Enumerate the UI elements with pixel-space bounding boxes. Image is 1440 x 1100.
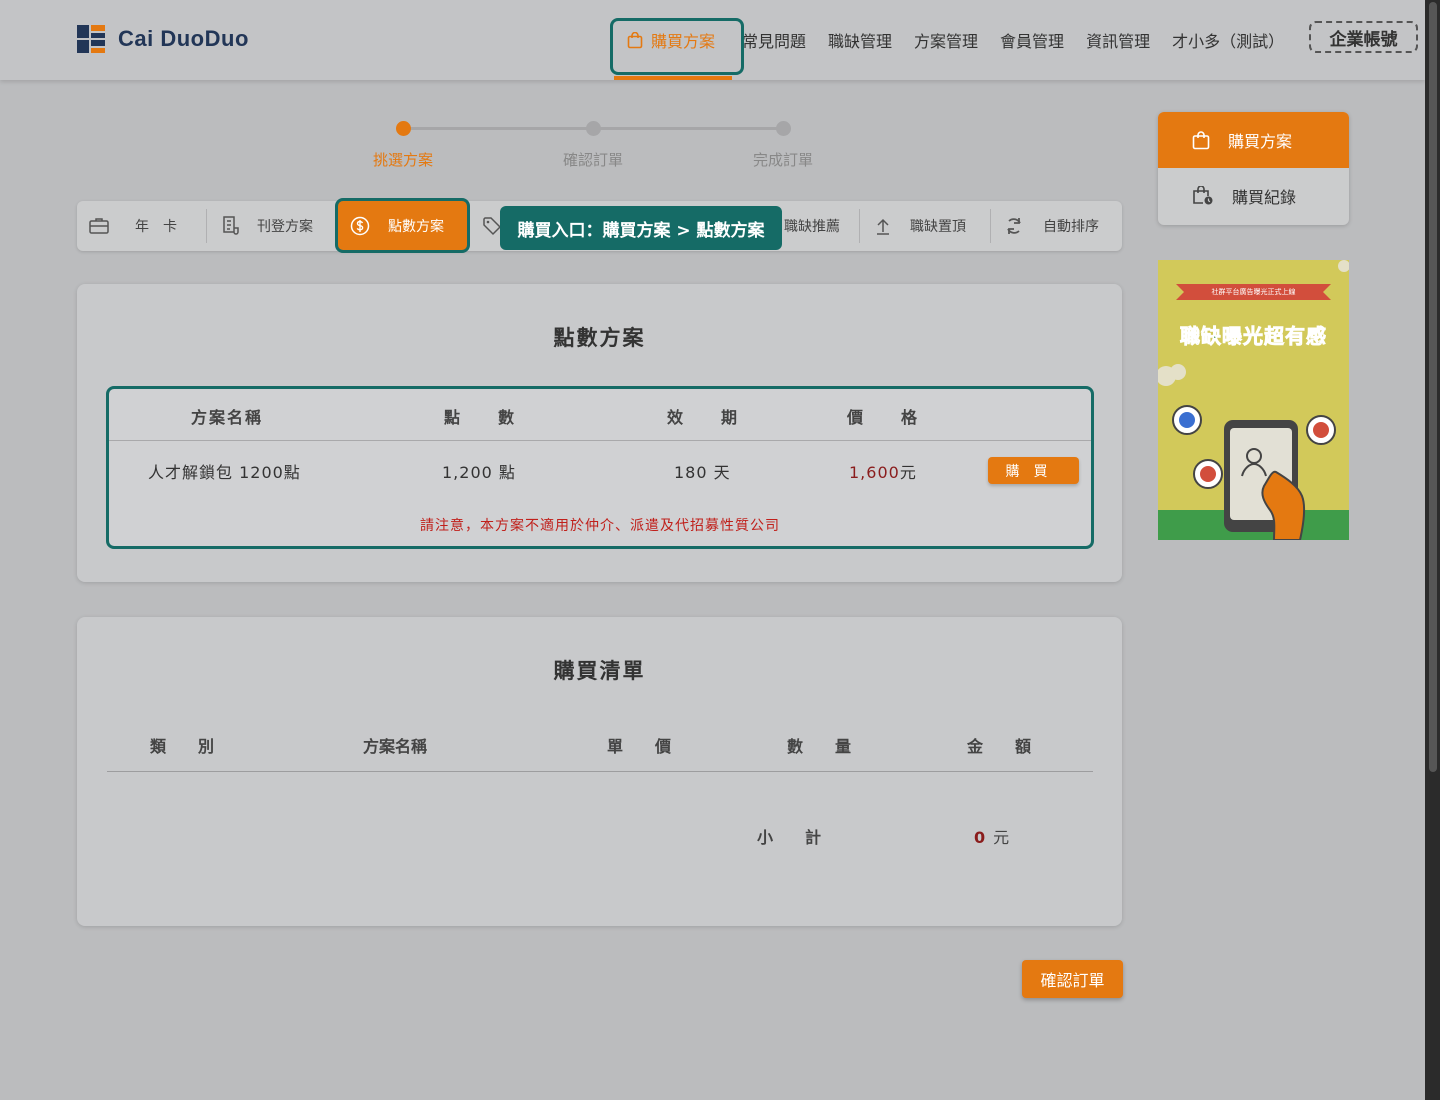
tab-highlight-frame [335, 198, 470, 253]
step-label: 挑選方案 [372, 151, 433, 169]
col-plan-name: 方案名稱 [363, 737, 428, 756]
points-plan-table: 方案名稱 點 數 效 期 價 格 人才解鎖包 1200點 1,200 點 180… [106, 386, 1094, 549]
plan-name: 人才解鎖包 1200點 [148, 463, 301, 482]
tab-label: 職缺置頂 [910, 219, 966, 235]
step-confirm-order: 確認訂單 [548, 121, 638, 170]
col-unit-price: 單 價 [607, 737, 672, 756]
promo-illustration [1158, 260, 1349, 540]
refresh-icon [1007, 218, 1021, 234]
plan-validity: 180 天 [674, 463, 731, 482]
banner-ribbon: 社群平台廣告曝光正式上線 [1211, 288, 1296, 296]
receipt-icon [223, 216, 239, 235]
col-validity: 效 期 [667, 408, 740, 427]
plan-table-header: 方案名稱 點 數 效 期 價 格 [109, 389, 1091, 441]
step-dot [395, 121, 411, 136]
nav-highlight-frame [610, 18, 744, 75]
brand-name: Cai DuoDuo [118, 26, 249, 51]
col-price: 價 格 [847, 408, 920, 427]
brand-logo[interactable]: Cai DuoDuo [77, 25, 249, 53]
subtotal-value: 0 [974, 828, 986, 847]
tab-annual-card[interactable]: 年 卡 [77, 201, 207, 251]
account-button[interactable]: 企業帳號 [1309, 21, 1418, 53]
col-points: 點 數 [444, 408, 517, 427]
tab-auto-sort[interactable]: 自動排序 [991, 201, 1122, 251]
plan-notice: 請注意，本方案不適用於仲介、派遣及代招募性質公司 [420, 518, 780, 534]
tab-label: 職缺推薦 [784, 219, 840, 235]
tab-label: 刊登方案 [257, 219, 313, 235]
promo-banner[interactable]: 社群平台廣告曝光正式上線 職缺曝光超有感 [1158, 260, 1349, 540]
top-header: Cai DuoDuo 購買方案 常見問題 職缺管理 方案管理 會員管理 資訊管理… [0, 0, 1425, 80]
guide-tooltip: 購買入口：購買方案 > 點數方案 [500, 206, 782, 250]
tag-icon [483, 217, 502, 236]
shopping-bag-icon [1192, 130, 1210, 149]
tab-label: 年 卡 [135, 219, 177, 235]
side-item-label: 購買紀錄 [1232, 188, 1297, 207]
step-choose-plan: 挑選方案 [358, 121, 448, 170]
history-bag-icon [1193, 186, 1213, 205]
step-complete-order: 完成訂單 [738, 121, 828, 170]
id-card-icon [89, 218, 109, 234]
subtotal-unit: 元 [993, 828, 1010, 847]
nav-info-management[interactable]: 資訊管理 [1086, 28, 1150, 52]
arrow-up-icon [877, 218, 889, 235]
plan-price: 1,600元 [849, 459, 917, 483]
nav-faq[interactable]: 常見問題 [742, 28, 806, 52]
purchase-list-card: 購買清單 類 別 方案名稱 單 價 數 量 金 額 小 計 0元 [77, 617, 1122, 926]
subtotal-amount: 0元 [974, 824, 1009, 848]
purchase-list-title: 購買清單 [553, 659, 646, 683]
logo-icon [77, 25, 105, 53]
plan-price-unit: 元 [899, 463, 917, 482]
nav-member-management[interactable]: 會員管理 [1000, 28, 1064, 52]
col-amount: 金 額 [967, 737, 1032, 756]
subtotal-label: 小 計 [757, 828, 822, 847]
banner-headline: 職缺曝光超有感 [1180, 324, 1327, 349]
buy-button[interactable]: 購買 [988, 457, 1079, 484]
step-label: 確認訂單 [562, 151, 623, 169]
tab-job-pin-top[interactable]: 職缺置頂 [860, 201, 991, 251]
order-stepper: 挑選方案 確認訂單 完成訂單 [360, 114, 840, 174]
side-item-purchase-history[interactable]: 購買紀錄 [1158, 168, 1349, 224]
nav-job-management[interactable]: 職缺管理 [828, 28, 892, 52]
confirm-order-button[interactable]: 確認訂單 [1022, 960, 1123, 998]
nav-user-menu[interactable]: 才小多（測試） [1172, 28, 1284, 52]
nav-buy-plans[interactable]: 購買方案 [610, 0, 744, 80]
step-dot [585, 121, 601, 136]
col-quantity: 數 量 [787, 737, 852, 756]
col-category: 類 別 [150, 737, 215, 756]
nav-active-underline [614, 76, 732, 80]
tab-label: 自動排序 [1043, 219, 1099, 235]
step-label: 完成訂單 [752, 151, 813, 169]
purchase-list-header: 類 別 方案名稱 單 價 數 量 金 額 [107, 717, 1093, 772]
side-item-buy-plans[interactable]: 購買方案 [1158, 112, 1349, 168]
main-nav: 購買方案 常見問題 職缺管理 方案管理 會員管理 資訊管理 才小多（測試） [610, 0, 1306, 80]
points-plan-title: 點數方案 [553, 326, 646, 350]
plan-points: 1,200 點 [442, 463, 516, 482]
nav-plan-management[interactable]: 方案管理 [914, 28, 978, 52]
side-menu: 購買方案 購買紀錄 [1158, 112, 1349, 225]
plan-price-value: 1,600 [849, 463, 900, 482]
page-scrollbar[interactable] [1425, 0, 1440, 1100]
tab-posting-plans[interactable]: 刊登方案 [207, 201, 338, 251]
side-item-label: 購買方案 [1228, 132, 1293, 151]
scrollbar-thumb[interactable] [1429, 2, 1437, 772]
col-plan-name: 方案名稱 [191, 408, 264, 427]
step-dot [775, 121, 791, 136]
